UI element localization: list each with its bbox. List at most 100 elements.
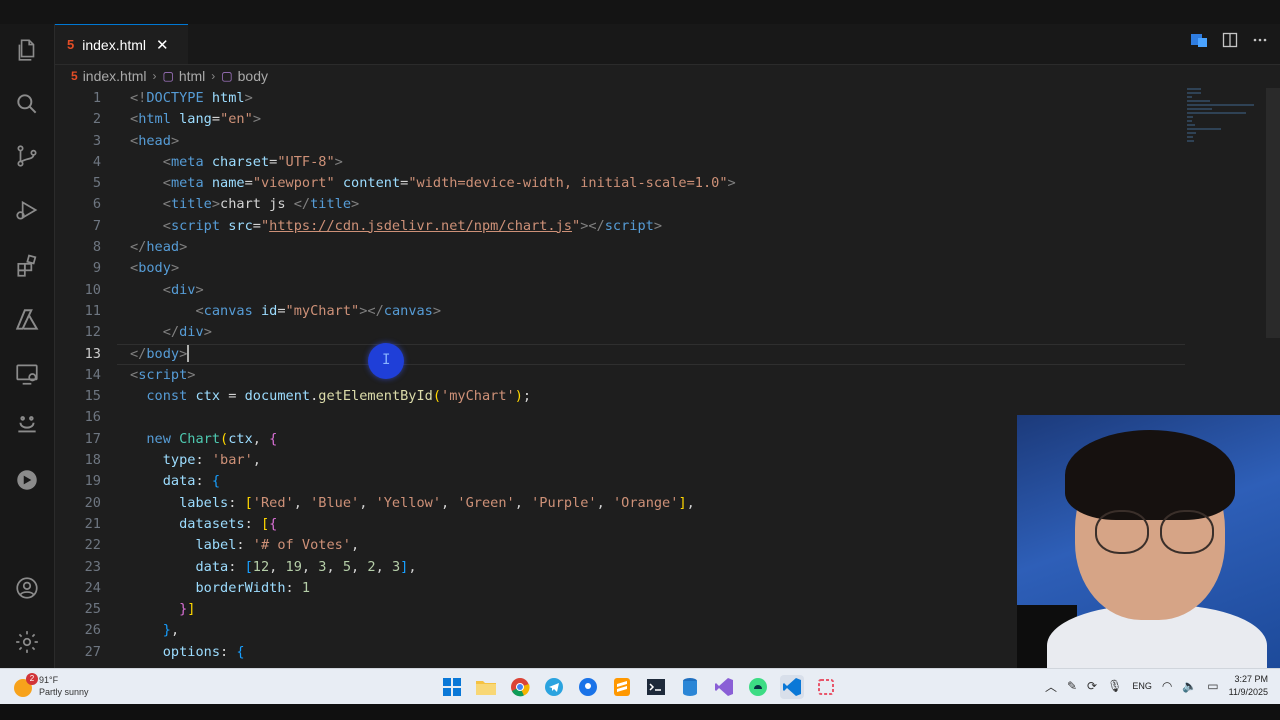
code-token: > (727, 175, 736, 192)
code-line[interactable]: 9 <body> (55, 258, 1185, 279)
code-line[interactable]: 11 <canvas id="myChart"></canvas> (55, 301, 1185, 322)
line-number: 23 (84, 558, 101, 575)
volume-icon[interactable]: 🔈 (1182, 679, 1197, 693)
code-token: script (138, 366, 188, 383)
database-icon[interactable] (678, 675, 702, 699)
code-line[interactable]: 21 datasets: [{ (55, 514, 1185, 535)
code-token: , (351, 537, 360, 554)
code-line[interactable]: 19 data: { (55, 471, 1185, 492)
code-line[interactable]: 18 type: 'bar', (55, 450, 1185, 471)
start-windows-icon[interactable] (440, 675, 464, 699)
live-share-icon[interactable] (13, 466, 41, 494)
settings-gear-icon[interactable] (13, 628, 41, 656)
code-token: src (228, 217, 253, 234)
visual-studio-icon[interactable] (712, 675, 736, 699)
code-line[interactable]: 2 <html lang="en"> (55, 109, 1185, 130)
code-token: meta (170, 175, 204, 192)
testing-icon[interactable] (13, 412, 41, 440)
remote-explorer-icon[interactable] (13, 360, 41, 388)
clock-date: 11/9/2025 (1228, 687, 1268, 697)
code-token: 'Yellow' (375, 494, 442, 511)
breadcrumb-html[interactable]: ▢ html (163, 68, 206, 84)
close-icon[interactable]: ✕ (156, 36, 169, 54)
run-debug-icon[interactable] (13, 196, 41, 224)
line-number: 24 (84, 579, 101, 596)
clock[interactable]: 3:27 PM 11/9/2025 (1229, 673, 1268, 699)
account-icon[interactable] (13, 574, 41, 602)
code-line[interactable]: 8 </head> (55, 237, 1185, 258)
sync-icon[interactable]: ⟳ (1087, 679, 1097, 693)
code-line[interactable]: 6 <title>chart js </title> (55, 194, 1185, 215)
microphone-icon[interactable]: 🎙 (1107, 679, 1122, 693)
code-line[interactable]: 22 label: '# of Votes', (55, 535, 1185, 556)
code-token: datasets (179, 515, 245, 532)
android-studio-icon[interactable] (746, 675, 770, 699)
code-token: title (170, 196, 212, 213)
minimap[interactable] (1187, 88, 1265, 148)
code-line[interactable]: 20 labels: ['Red', 'Blue', 'Yellow', 'Gr… (55, 493, 1185, 514)
code-line[interactable]: 17 new Chart(ctx, { (55, 429, 1185, 450)
search-icon[interactable] (13, 90, 41, 118)
code-token: <! (130, 90, 147, 106)
code-line[interactable]: 10 <div> (55, 280, 1185, 301)
language-indicator[interactable]: ENG (1132, 681, 1152, 691)
code-line[interactable]: 25 }] (55, 599, 1185, 620)
sublime-icon[interactable] (610, 675, 634, 699)
text-caret (187, 345, 189, 363)
code-line[interactable]: 5 <meta name="viewport" content="width=d… (55, 173, 1185, 194)
code-text: type: 'bar', (130, 450, 261, 471)
pen-icon[interactable]: ✎ (1067, 679, 1077, 693)
code-token: ( (220, 430, 229, 447)
snipping-tool-icon[interactable] (814, 675, 838, 699)
maps-pin-icon[interactable] (576, 675, 600, 699)
telegram-icon[interactable] (542, 675, 566, 699)
code-line[interactable]: 12 </div> (55, 322, 1185, 343)
battery-icon[interactable]: ▭ (1207, 679, 1218, 693)
code-line[interactable]: 15 const ctx = document.getElementById('… (55, 386, 1185, 407)
code-line[interactable]: 13 </body> (55, 343, 1185, 366)
code-token: chart js (220, 196, 294, 213)
clock-time: 3:27 PM (1234, 674, 1268, 684)
line-number: 19 (84, 473, 101, 490)
code-line[interactable]: 1 <!DOCTYPE html> (55, 88, 1185, 109)
code-token: > (351, 196, 360, 213)
line-number: 25 (84, 601, 101, 618)
code-line[interactable]: 27 options: { (55, 642, 1185, 663)
source-control-icon[interactable] (13, 142, 41, 170)
code-line[interactable]: 16 (55, 407, 1185, 428)
open-preview-icon[interactable] (1190, 32, 1208, 52)
html-file-icon: 5 (67, 37, 75, 52)
weather-widget[interactable]: 2 91°F Partly sunny (10, 673, 89, 699)
more-actions-icon[interactable] (1252, 32, 1268, 52)
split-editor-icon[interactable] (1222, 32, 1238, 52)
terminal-icon[interactable] (644, 675, 668, 699)
extensions-icon[interactable] (13, 252, 41, 280)
code-token: body (146, 345, 180, 362)
vscode-icon[interactable] (780, 675, 804, 699)
explorer-icon[interactable] (13, 36, 41, 64)
editor-tab-bar: 5 index.html ✕ (55, 24, 1280, 65)
code-line[interactable]: 14 <script> (55, 365, 1185, 386)
chevron-up-icon[interactable]: ︿ (1045, 678, 1057, 695)
file-explorer-icon[interactable] (474, 675, 498, 699)
editor-scrollbar[interactable] (1266, 88, 1280, 338)
code-line[interactable]: 23 data: [12, 19, 3, 5, 2, 3], (55, 557, 1185, 578)
code-token: 'myChart' (441, 388, 515, 405)
wifi-icon[interactable]: ◠ (1162, 679, 1172, 693)
editor-actions (1190, 32, 1268, 52)
code-line[interactable]: 3 <head> (55, 131, 1185, 152)
code-token: = (277, 302, 286, 319)
code-line[interactable]: 4 <meta charset="UTF-8"> (55, 152, 1185, 173)
code-line[interactable]: 24 borderWidth: 1 (55, 578, 1185, 599)
chrome-icon[interactable] (508, 675, 532, 699)
code-line[interactable]: 7 <script src="https://cdn.jsdelivr.net/… (55, 216, 1185, 237)
code-editor[interactable]: 1 <!DOCTYPE html> 2 <html lang="en"> 3 <head>… (55, 88, 1185, 668)
code-line[interactable]: 26 }, (55, 620, 1185, 641)
tab-index-html[interactable]: 5 index.html ✕ (55, 24, 188, 64)
code-token: , (269, 558, 286, 575)
breadcrumb-body[interactable]: ▢ body (221, 68, 268, 84)
azure-icon[interactable] (13, 306, 41, 334)
breadcrumb-file[interactable]: 5 index.html (71, 68, 147, 84)
